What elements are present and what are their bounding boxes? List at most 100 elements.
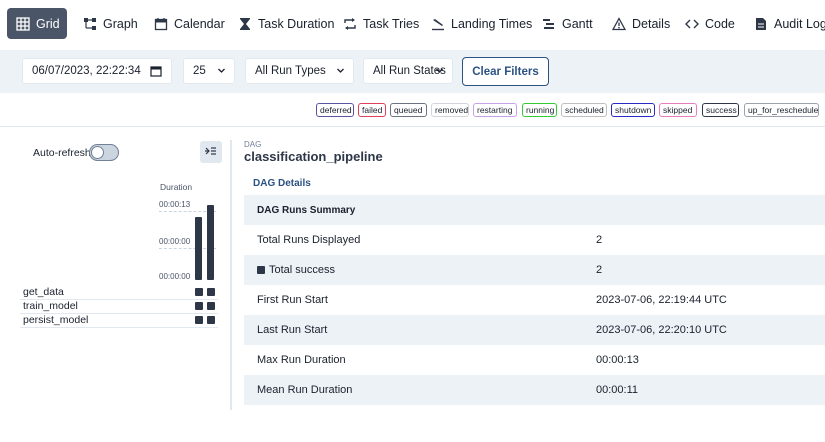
tab-label: Task Tries: [363, 16, 420, 31]
tab-label: Landing Times: [451, 16, 533, 31]
task-name[interactable]: get_data: [20, 286, 64, 298]
summary-value: 2023-07-06, 22:20:10 UTC: [596, 324, 727, 336]
run-state-select[interactable]: All Run States: [363, 58, 453, 84]
datetime-input[interactable]: 06/07/2023, 22:22:34: [22, 58, 172, 84]
tab-calendar[interactable]: Calendar: [145, 8, 225, 39]
tab-gantt[interactable]: Gantt: [533, 8, 593, 39]
legend-badge-restarting[interactable]: restarting: [473, 103, 517, 117]
task-instance-cell[interactable]: [195, 302, 203, 310]
duration-tick: 00:00:00: [159, 272, 191, 281]
num-runs-select[interactable]: 25: [183, 58, 235, 84]
expand-right-icon: [205, 143, 217, 161]
summary-key-text: Total success: [269, 264, 336, 276]
tab-label: Graph: [103, 16, 138, 31]
tab-task-duration[interactable]: Task Duration: [229, 8, 334, 39]
summary-value: 2: [596, 264, 603, 276]
run-duration-bar[interactable]: [195, 217, 202, 280]
legend-badge-removed[interactable]: removed: [431, 103, 469, 117]
divider-line: [0, 126, 825, 127]
tab-grid[interactable]: Grid: [7, 8, 67, 39]
summary-key-text: Max Run Duration: [257, 354, 346, 366]
clear-filters-button[interactable]: Clear Filters: [462, 57, 549, 86]
legend-badge-scheduled[interactable]: scheduled: [561, 103, 607, 117]
tab-graph[interactable]: Graph: [74, 8, 138, 39]
summary-key-text: Last Run Start: [257, 324, 328, 336]
task-instance-cell[interactable]: [195, 288, 203, 296]
summary-value: 00:00:13: [596, 354, 639, 366]
duration-axis-label: Duration: [160, 182, 193, 192]
duration-tick: 00:00:13: [159, 200, 191, 209]
summary-key: Total Runs Displayed: [257, 234, 360, 246]
calendar-picker-icon[interactable]: [150, 65, 162, 80]
legend-badge-up-for-reschedule[interactable]: up_for_reschedule: [744, 103, 819, 117]
tab-details[interactable]: Details: [603, 8, 670, 39]
tab-label: Task Duration: [258, 16, 335, 31]
hourglass-icon: [237, 16, 253, 32]
summary-row: Mean Run Duration 00:00:11: [244, 375, 825, 405]
task-row[interactable]: train_model: [20, 299, 218, 314]
summary-key: Max Run Duration: [257, 354, 346, 366]
graph-icon: [82, 16, 98, 32]
summary-row: Total success 2: [244, 255, 825, 285]
summary-value: 2023-07-06, 22:19:44 UTC: [596, 294, 727, 306]
dag-details-header: DAG Details: [244, 168, 824, 195]
success-state-square: [257, 266, 265, 274]
summary-key: Total success: [257, 264, 335, 276]
auto-refresh-label: Auto-refresh: [33, 147, 91, 159]
task-row[interactable]: get_data: [20, 285, 218, 300]
run-type-select[interactable]: All Run Types: [245, 58, 354, 84]
chevron-down-icon: [336, 66, 345, 78]
calendar-icon: [153, 16, 169, 32]
summary-key: Mean Run Duration: [257, 384, 352, 396]
summary-key: Last Run Start: [257, 324, 327, 336]
tab-label: Code: [705, 16, 735, 31]
auto-refresh-toggle[interactable]: [89, 144, 119, 161]
toggle-knob: [91, 146, 104, 159]
summary-key: First Run Start: [257, 294, 328, 306]
landing-icon: [430, 16, 446, 32]
summary-value: 00:00:11: [596, 384, 639, 396]
code-icon: [684, 16, 700, 32]
tab-audit-log[interactable]: Audit Log: [745, 8, 825, 39]
legend-badge-queued[interactable]: queued: [390, 103, 427, 117]
summary-key-text: Total Runs Displayed: [257, 234, 361, 246]
legend-badge-skipped[interactable]: skipped: [659, 103, 697, 117]
legend-badge-deferred[interactable]: deferred: [316, 103, 354, 117]
summary-value: 2: [596, 234, 603, 246]
summary-header-row: DAG Runs Summary: [244, 195, 825, 225]
warning-icon: [611, 16, 627, 32]
panel-divider[interactable]: [230, 140, 232, 410]
legend-badge-shutdown[interactable]: shutdown: [611, 103, 655, 117]
datetime-value: 06/07/2023, 22:22:34: [32, 65, 141, 77]
tab-code[interactable]: Code: [676, 8, 735, 39]
task-name[interactable]: train_model: [20, 300, 78, 312]
task-row[interactable]: persist_model: [20, 313, 218, 328]
dag-details-title: DAG Details: [253, 178, 311, 189]
summary-key-text: Mean Run Duration: [257, 384, 353, 396]
tab-landing-times[interactable]: Landing Times: [422, 8, 532, 39]
gantt-icon: [541, 16, 557, 32]
task-instance-cell[interactable]: [207, 316, 215, 324]
tab-label: Grid: [36, 16, 60, 31]
nav-tabs: Grid Graph Calendar Task Duration Task T…: [0, 0, 825, 46]
summary-row: Max Run Duration 00:00:13: [244, 345, 825, 375]
task-instance-cell[interactable]: [195, 316, 203, 324]
legend-badge-success[interactable]: success: [702, 103, 739, 117]
expand-panel-button[interactable]: [200, 141, 222, 163]
tab-task-tries[interactable]: Task Tries: [334, 8, 419, 39]
audit-icon: [753, 16, 769, 32]
legend-badge-running[interactable]: running: [522, 103, 557, 117]
task-instance-cell[interactable]: [207, 288, 215, 296]
dag-label: DAG: [244, 140, 262, 149]
summary-header: DAG Runs Summary: [257, 204, 356, 216]
task-instance-cell[interactable]: [207, 302, 215, 310]
summary-key-text: First Run Start: [257, 294, 328, 306]
summary-row: First Run Start 2023-07-06, 22:19:44 UTC: [244, 285, 825, 315]
run-duration-bar[interactable]: [207, 205, 214, 280]
task-name[interactable]: persist_model: [20, 314, 88, 326]
chevron-down-icon: [435, 66, 444, 78]
tab-label: Gantt: [562, 16, 593, 31]
legend-badge-failed[interactable]: failed: [358, 103, 386, 117]
run-type-value: All Run Types: [255, 65, 326, 77]
dag-id[interactable]: classification_pipeline: [244, 149, 383, 164]
